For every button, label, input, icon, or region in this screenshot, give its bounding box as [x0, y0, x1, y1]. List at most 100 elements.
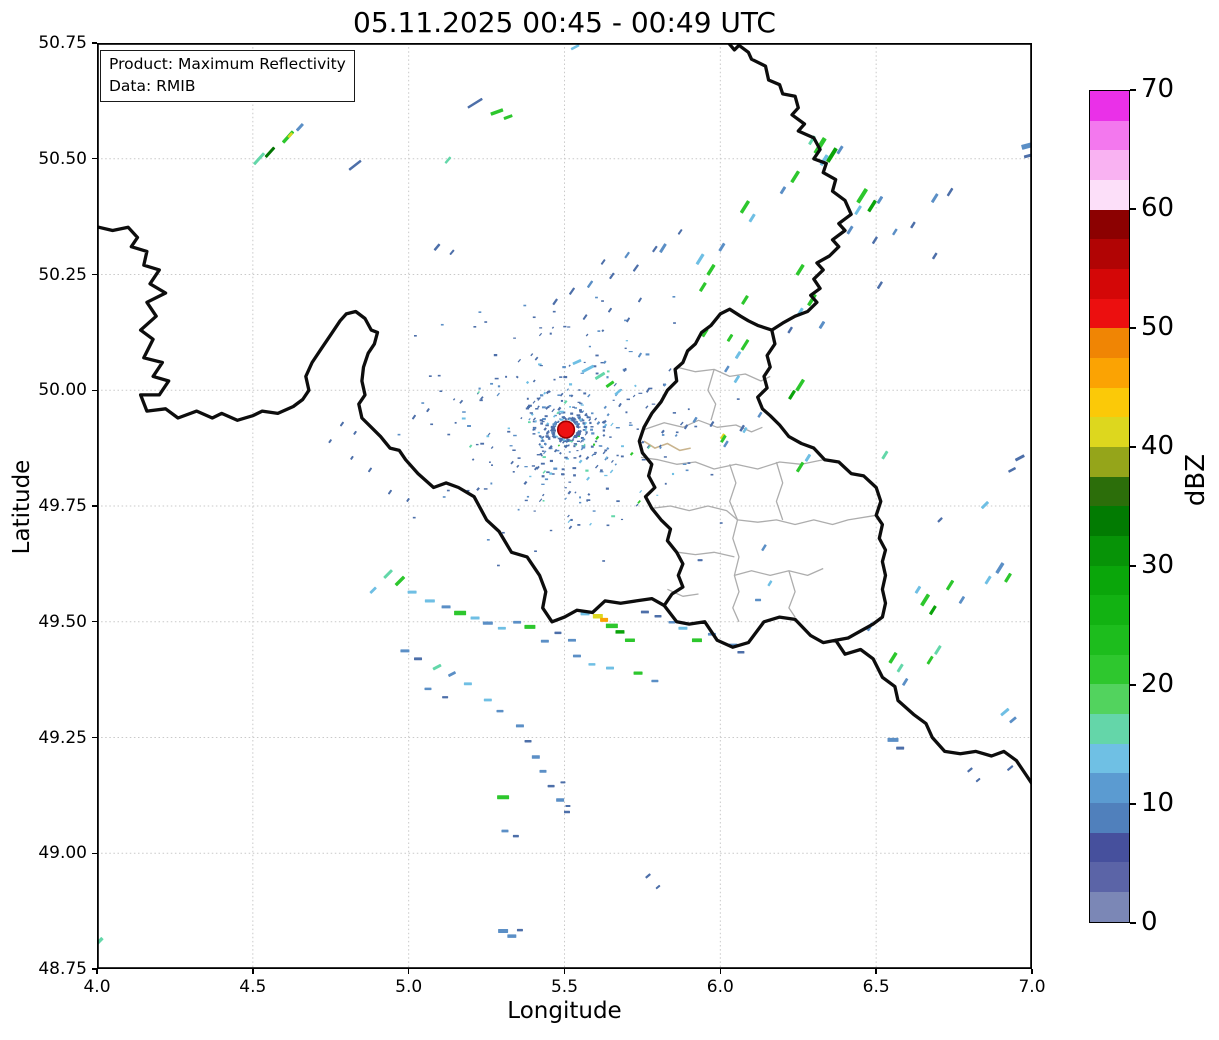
clutter-dot: [559, 376, 563, 378]
clutter-dot: [567, 514, 570, 518]
clutter-dot: [523, 480, 528, 485]
clutter-dot: [501, 531, 505, 534]
colorbar-tick-mark: [1130, 208, 1136, 210]
radar-echo: [931, 193, 939, 203]
radar-echo: [496, 709, 504, 713]
radar-echo: [790, 170, 800, 184]
clutter-dot: [628, 424, 633, 426]
radar-echo: [867, 199, 877, 213]
regional-border: [734, 567, 824, 577]
x-tick-label: 6.0: [706, 977, 734, 997]
radar-echo: [581, 364, 595, 374]
y-tick-label: 48.75: [38, 959, 87, 979]
radar-site-marker: [556, 420, 576, 439]
clutter-dot: [567, 490, 572, 495]
clutter-dot: [543, 391, 547, 395]
clutter-dot: [512, 449, 516, 452]
x-tick-mark: [252, 969, 254, 974]
radar-echo: [958, 596, 965, 604]
radar-echo: [400, 649, 410, 653]
x-tick-mark: [875, 969, 877, 974]
regional-border: [788, 570, 796, 618]
radar-echo: [788, 390, 796, 400]
clutter-dot: [569, 383, 573, 386]
radar-echo: [592, 613, 603, 619]
clutter-dot: [597, 330, 601, 332]
clutter-dot: [656, 494, 659, 496]
colorbar-tick-mark: [1130, 565, 1136, 567]
radar-echo: [572, 359, 582, 365]
colorbar-tick-label: 50: [1141, 312, 1175, 342]
clutter-dot: [513, 434, 517, 437]
radar-echo: [339, 421, 344, 427]
clutter-dot: [512, 471, 515, 473]
product-annotation-box: Product: Maximum Reflectivity Data: RMIB: [100, 50, 355, 103]
clutter-dot: [576, 440, 580, 443]
clutter-dot: [612, 399, 615, 401]
clutter-dot: [538, 332, 543, 337]
colorbar-tick-label: 70: [1141, 74, 1175, 104]
data-source-label: Data: RMIB: [109, 76, 196, 95]
clutter-dot: [570, 412, 574, 415]
radar-echo: [779, 186, 787, 195]
radar-echo: [876, 195, 884, 204]
clutter-dot: [573, 474, 576, 477]
radar-echo: [1009, 716, 1017, 724]
clutter-dot: [595, 435, 600, 441]
clutter-dot: [593, 443, 596, 446]
clutter-dot: [672, 296, 676, 298]
colorbar-tick-label: 30: [1141, 550, 1175, 580]
radar-echo: [946, 187, 954, 197]
clutter-dot: [531, 465, 536, 467]
regional-border: [707, 369, 717, 421]
clutter-dot: [634, 384, 637, 388]
radar-map-canvas: [97, 43, 1032, 969]
clutter-dot: [579, 501, 582, 504]
clutter-dot: [588, 418, 592, 422]
radar-echo: [467, 97, 483, 109]
clutter-dot: [543, 427, 547, 431]
regional-border: [678, 551, 735, 558]
clutter-dot: [604, 474, 608, 477]
clutter-dot: [526, 397, 529, 400]
colorbar-segment: [1090, 269, 1129, 299]
clutter-dot: [586, 416, 591, 419]
clutter-dot: [532, 400, 536, 404]
clutter-dot: [673, 322, 676, 324]
clutter-dot: [685, 469, 689, 472]
clutter-dot: [641, 440, 645, 444]
radar-echo: [856, 188, 868, 204]
clutter-dot: [533, 510, 536, 512]
clutter-dot: [579, 409, 582, 412]
radar-echo: [503, 114, 513, 120]
colorbar-segment: [1090, 120, 1129, 151]
radar-echo: [1014, 454, 1025, 462]
clutter-dot: [478, 387, 481, 390]
clutter-dot: [591, 432, 595, 435]
clutter-dot: [559, 419, 564, 421]
clutter-dot: [609, 436, 612, 438]
clutter-dot: [637, 500, 641, 504]
clutter-dot: [480, 442, 485, 445]
clutter-dot: [454, 421, 457, 424]
radar-echo: [570, 44, 580, 51]
clutter-dot: [574, 491, 577, 494]
y-tick-label: 49.75: [38, 496, 87, 516]
clutter-dot: [553, 467, 558, 470]
clutter-dot: [527, 404, 532, 407]
clutter-dot: [536, 397, 540, 400]
radar-echo: [444, 156, 452, 164]
clutter-dot: [540, 462, 545, 465]
clutter-dot: [537, 405, 540, 409]
clutter-dot: [602, 429, 606, 432]
clutter-dot: [421, 402, 425, 404]
clutter-dot: [520, 417, 523, 420]
clutter-dot: [490, 382, 494, 385]
clutter-dot: [541, 406, 546, 409]
y-tick-mark: [92, 505, 97, 507]
radar-echo: [804, 453, 812, 462]
clutter-dot: [483, 488, 488, 490]
clutter-dot: [539, 419, 544, 422]
radar-echo: [748, 213, 756, 223]
y-tick-label: 50.00: [38, 380, 87, 401]
